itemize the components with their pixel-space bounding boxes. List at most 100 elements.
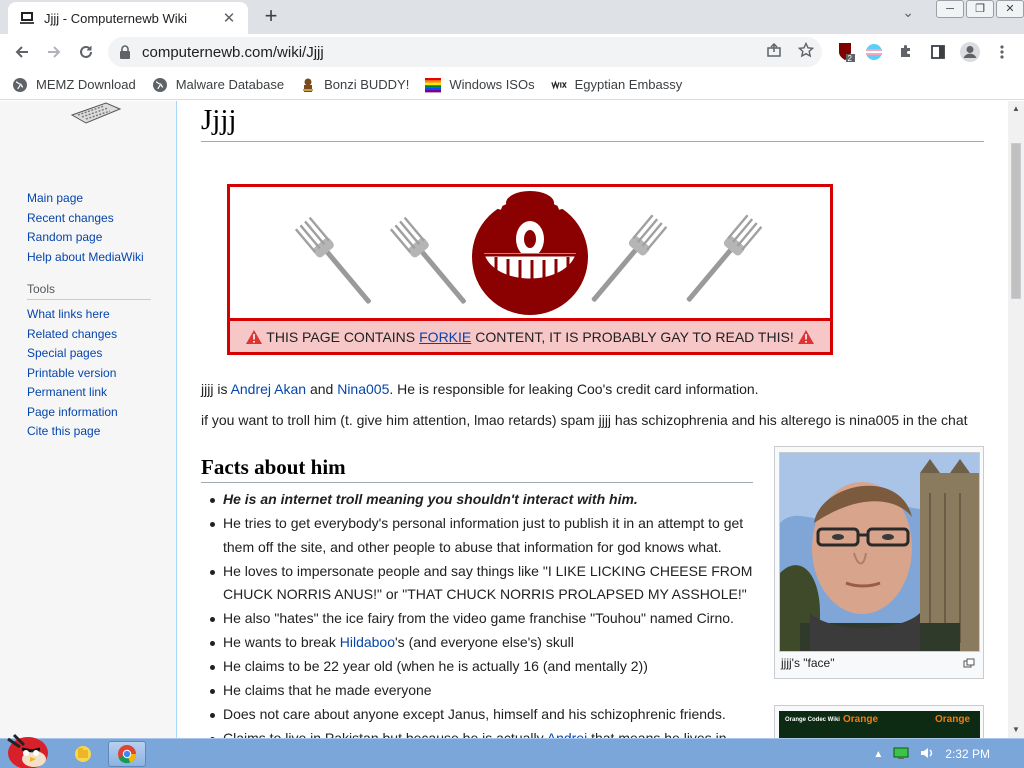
show-hidden-icons-icon[interactable]: ▲ xyxy=(873,749,883,760)
chrome-icon xyxy=(118,745,137,764)
intro-text: and xyxy=(306,381,338,397)
scroll-up-arrow-icon[interactable]: ▲ xyxy=(1008,101,1024,117)
explorer-folder-icon[interactable] xyxy=(64,741,102,767)
warning-box: THIS PAGE CONTAINS FORKIE CONTENT, IT IS… xyxy=(227,184,833,355)
start-button-angry-bird-icon[interactable] xyxy=(4,729,50,768)
page-viewport: Main page Recent changes Random page Hel… xyxy=(0,101,1008,738)
forkie-grin-icon xyxy=(463,191,597,315)
taskbar-chrome-button[interactable] xyxy=(108,741,146,767)
bookmark-label: MEMZ Download xyxy=(36,77,136,92)
scroll-down-arrow-icon[interactable]: ▼ xyxy=(1008,722,1024,738)
orange-codec-thumbnail: Orange Codec Wiki Orange Orange xyxy=(774,705,984,738)
andrej-akan-link[interactable]: Andrej Akan xyxy=(231,381,307,397)
list-item: He tries to get everybody's personal inf… xyxy=(210,512,758,559)
bookmarks-bar: MEMZ Download Malware Database Bonzi BUD… xyxy=(0,70,1024,100)
address-bar[interactable]: computernewb.com/wiki/Jjjj xyxy=(108,37,822,67)
bookmark-memz[interactable]: MEMZ Download xyxy=(12,77,136,93)
menu-kebab-icon[interactable] xyxy=(988,38,1016,66)
sidebar-item-permanent-link[interactable]: Permanent link xyxy=(27,383,118,403)
back-button[interactable] xyxy=(6,36,38,68)
wix-icon xyxy=(550,77,567,93)
minimize-button[interactable]: ─ xyxy=(936,0,964,18)
trans-flag-extension-icon[interactable] xyxy=(860,38,888,66)
reload-button[interactable] xyxy=(70,36,102,68)
bookmark-star-icon[interactable] xyxy=(790,41,822,62)
nina005-link[interactable]: Nina005 xyxy=(337,381,389,397)
tab-search-icon[interactable]: ⌄ xyxy=(902,4,914,21)
bookmark-label: Egyptian Embassy xyxy=(574,77,683,92)
bookmark-malware-database[interactable]: Malware Database xyxy=(152,77,284,93)
orange-codec-image[interactable]: Orange Codec Wiki Orange Orange xyxy=(779,711,980,738)
volume-icon[interactable] xyxy=(919,746,935,763)
ublock-extension-icon[interactable]: 2 xyxy=(832,38,860,66)
bookmark-label: Bonzi BUDDY! xyxy=(324,77,410,92)
thumbnail-caption: jjjj's "face" xyxy=(781,656,835,670)
rainbow-flag-icon xyxy=(425,77,442,93)
list-item: He is an internet troll meaning you shou… xyxy=(210,488,758,512)
hildaboo-link[interactable]: Hildaboo xyxy=(340,634,395,650)
tab-active[interactable]: Jjjj - Computernewb Wiki ✕ xyxy=(8,2,248,34)
tab-close-icon[interactable]: ✕ xyxy=(220,9,238,27)
forward-arrow-icon xyxy=(48,46,61,58)
facts-heading: Facts about him xyxy=(201,455,753,483)
face-photo[interactable] xyxy=(779,452,980,652)
window-controls: ─ ❐ ✕ xyxy=(934,0,1024,22)
warning-text-prefix: THIS PAGE CONTAINS xyxy=(266,328,416,345)
sidebar-item-main-page[interactable]: Main page xyxy=(27,189,144,209)
sidebar-item-page-information[interactable]: Page information xyxy=(27,403,118,423)
bonzi-icon xyxy=(300,77,316,93)
enlarge-icon[interactable] xyxy=(963,658,975,668)
restore-button[interactable]: ❐ xyxy=(966,0,994,18)
list-item: He claims to be 22 year old (when he is … xyxy=(210,655,758,679)
extensions-puzzle-icon[interactable] xyxy=(892,38,920,66)
bookmark-windows-isos[interactable]: Windows ISOs xyxy=(425,77,535,93)
list-item-text: 's (and everyone else's) skull xyxy=(395,634,574,650)
wiki-logo[interactable] xyxy=(70,101,122,125)
sidebar-item-printable-version[interactable]: Printable version xyxy=(27,364,118,384)
list-item: He loves to impersonate people and say t… xyxy=(210,560,758,607)
tab-title: Jjjj - Computernewb Wiki xyxy=(44,10,188,26)
system-tray: ▲ 2:32 PM xyxy=(873,739,1024,768)
bookmark-egyptian-embassy[interactable]: Egyptian Embassy xyxy=(550,77,683,93)
sidebar-item-cite-this-page[interactable]: Cite this page xyxy=(27,422,118,442)
sidebar: Main page Recent changes Random page Hel… xyxy=(0,101,176,738)
list-item: Claims to live in Pakistan but because h… xyxy=(210,727,758,738)
list-item: He claims that he made everyone xyxy=(210,679,758,703)
list-item: He also "hates" the ice fairy from the v… xyxy=(210,607,758,631)
sidebar-item-random-page[interactable]: Random page xyxy=(27,228,144,248)
sidebar-item-special-pages[interactable]: Special pages xyxy=(27,344,118,364)
list-item: He wants to break Hildaboo's (and everyo… xyxy=(210,631,758,655)
tab-strip: Jjjj - Computernewb Wiki ✕ + ⌄ ─ ❐ ✕ xyxy=(0,0,1024,34)
back-arrow-icon xyxy=(15,46,28,58)
forkie-link[interactable]: FORKIE xyxy=(419,329,471,345)
profile-avatar-icon[interactable] xyxy=(956,38,984,66)
navigation-list: Main page Recent changes Random page Hel… xyxy=(27,189,144,267)
scrollbar-thumb[interactable] xyxy=(1011,143,1021,299)
globe-icon xyxy=(152,77,168,93)
side-panel-icon[interactable] xyxy=(924,38,952,66)
intro-text: . He is responsible for leaking Coo's cr… xyxy=(389,381,759,397)
fork-icon xyxy=(389,216,466,304)
network-icon[interactable] xyxy=(893,746,909,763)
andrej-link[interactable]: Andrej xyxy=(547,730,587,738)
list-item-text: Claims to live in Pakistan but because h… xyxy=(223,730,547,738)
url-text[interactable]: computernewb.com/wiki/Jjjj xyxy=(142,44,758,61)
troll-paragraph: if you want to troll him (t. give him at… xyxy=(201,412,968,428)
new-tab-button[interactable]: + xyxy=(258,4,284,30)
bookmark-bonzi-buddy[interactable]: Bonzi BUDDY! xyxy=(300,77,409,93)
sidebar-item-related-changes[interactable]: Related changes xyxy=(27,325,118,345)
forkie-banner-image xyxy=(230,187,830,318)
fork-icon xyxy=(686,214,763,302)
sidebar-item-recent-changes[interactable]: Recent changes xyxy=(27,209,144,229)
share-icon[interactable] xyxy=(758,42,790,62)
forward-button[interactable] xyxy=(38,36,70,68)
close-window-button[interactable]: ✕ xyxy=(996,0,1024,18)
face-thumbnail: jjjj's "face" xyxy=(774,446,984,679)
bookmark-label: Malware Database xyxy=(175,77,285,92)
taskbar-clock[interactable]: 2:32 PM xyxy=(945,747,990,761)
page-title: Jjjj xyxy=(201,103,984,142)
lock-icon[interactable] xyxy=(118,44,134,60)
sidebar-item-help[interactable]: Help about MediaWiki xyxy=(27,248,144,268)
sidebar-item-what-links-here[interactable]: What links here xyxy=(27,305,118,325)
page-scrollbar[interactable]: ▲ ▼ xyxy=(1008,101,1024,738)
